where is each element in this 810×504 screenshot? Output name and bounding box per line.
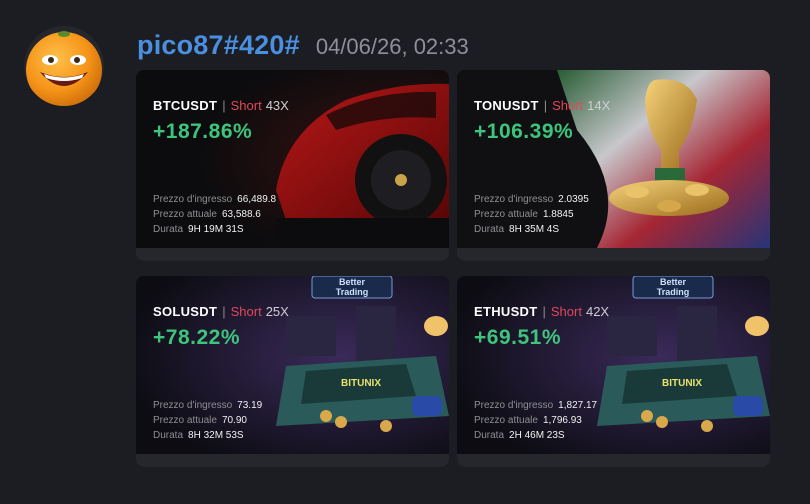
duration-value: 9H 19M 31S: [188, 224, 244, 235]
position-side: Short: [230, 98, 262, 113]
pair-line: TONUSDT | Short 14X: [474, 98, 610, 113]
pair-name: TONUSDT: [474, 98, 539, 113]
sign-line-2: Trading: [657, 287, 690, 297]
duration-label: Durata: [474, 224, 505, 235]
leverage: 42X: [585, 304, 610, 319]
separator: |: [222, 98, 226, 113]
pnl-percent: +69.51%: [474, 326, 561, 349]
trade-card-solusdt[interactable]: Better Trading BITUNIX SOLUSDT | Short 25X …: [136, 276, 449, 467]
attachment-grid: BTCUSDT | Short 43X +187.86% Prezzo d'ingre…: [136, 70, 770, 467]
position-side: Short: [552, 98, 584, 113]
leverage: 14X: [587, 98, 611, 113]
entry-price-label: Prezzo d'ingresso: [474, 400, 554, 411]
position-side: Short: [550, 304, 582, 319]
entry-price-value: 1,827.17: [558, 400, 598, 411]
card-footer-strip: [136, 248, 449, 261]
username[interactable]: pico87#420#: [137, 30, 300, 61]
board-label: BITUNIX: [341, 378, 381, 389]
pair-name: BTCUSDT: [153, 98, 218, 113]
duration-value: 2H 46M 23S: [509, 430, 565, 441]
message-header: pico87#420# 04/06/26, 02:33: [137, 30, 469, 62]
current-price-value: 70.90: [221, 415, 247, 426]
trade-info: Prezzo d'ingresso 2.0395 Prezzo attuale 1.…: [474, 192, 589, 237]
entry-price-label: Prezzo d'ingresso: [474, 194, 554, 205]
card-footer-strip: [457, 248, 770, 261]
sign-line-1: Better: [339, 277, 366, 287]
duration-value: 8H 35M 4S: [509, 224, 560, 235]
separator: |: [542, 304, 546, 319]
separator: |: [222, 304, 226, 319]
entry-price-value: 73.19: [237, 400, 263, 411]
pnl-percent: +78.22%: [153, 326, 240, 349]
entry-price-value: 2.0395: [558, 194, 589, 205]
pair-name: ETHUSDT: [474, 304, 538, 319]
trade-card-btcusdt[interactable]: BTCUSDT | Short 43X +187.86% Prezzo d'ingre…: [136, 70, 449, 261]
trade-info: Prezzo d'ingresso 73.19 Prezzo attuale 70.…: [153, 398, 262, 443]
timestamp: 04/06/26, 02:33: [315, 34, 469, 59]
pair-name: SOLUSDT: [153, 304, 218, 319]
position-side: Short: [230, 304, 262, 319]
card-footer-strip: [457, 454, 770, 467]
sign-line-2: Trading: [336, 287, 369, 297]
pair-line: SOLUSDT | Short 25X: [153, 304, 289, 319]
trade-info: Prezzo d'ingresso 1,827.17 Prezzo attuale…: [474, 398, 597, 443]
entry-price-value: 66,489.8: [237, 194, 277, 205]
pnl-percent: +106.39%: [474, 120, 574, 143]
trade-info: Prezzo d'ingresso 66,489.8 Prezzo attuale…: [153, 192, 276, 237]
chat-message: pico87#420# 04/06/26, 02:33 BTCUSDT | Sh…: [0, 0, 810, 504]
avatar[interactable]: [24, 26, 104, 106]
duration-label: Durata: [474, 430, 505, 441]
leverage: 25X: [265, 304, 289, 319]
duration-label: Durata: [153, 224, 184, 235]
current-price-label: Prezzo attuale: [153, 209, 217, 220]
board-label: BITUNIX: [662, 378, 702, 389]
entry-price-label: Prezzo d'ingresso: [153, 194, 233, 205]
pair-line: BTCUSDT | Short 43X: [153, 98, 289, 113]
sign-line-1: Better: [660, 277, 687, 287]
pnl-percent: +187.86%: [153, 120, 253, 143]
card-footer-strip: [136, 454, 449, 467]
trade-card-ethusdt[interactable]: Better Trading BITUNIX ETHUSDT | Short 42X …: [457, 276, 770, 467]
current-price-label: Prezzo attuale: [474, 415, 538, 426]
duration-label: Durata: [153, 430, 184, 441]
current-price-value: 63,588.6: [221, 209, 261, 220]
current-price-label: Prezzo attuale: [153, 415, 217, 426]
current-price-value: 1.8845: [542, 209, 574, 220]
pair-line: ETHUSDT | Short 42X: [474, 304, 609, 319]
separator: |: [543, 98, 548, 113]
trade-card-tonusdt[interactable]: TONUSDT | Short 14X +106.39% Prezzo d'ingre…: [457, 70, 770, 261]
duration-value: 8H 32M 53S: [188, 430, 244, 441]
current-price-label: Prezzo attuale: [474, 209, 538, 220]
current-price-value: 1,796.93: [542, 415, 582, 426]
entry-price-label: Prezzo d'ingresso: [153, 400, 233, 411]
leverage: 43X: [265, 98, 289, 113]
